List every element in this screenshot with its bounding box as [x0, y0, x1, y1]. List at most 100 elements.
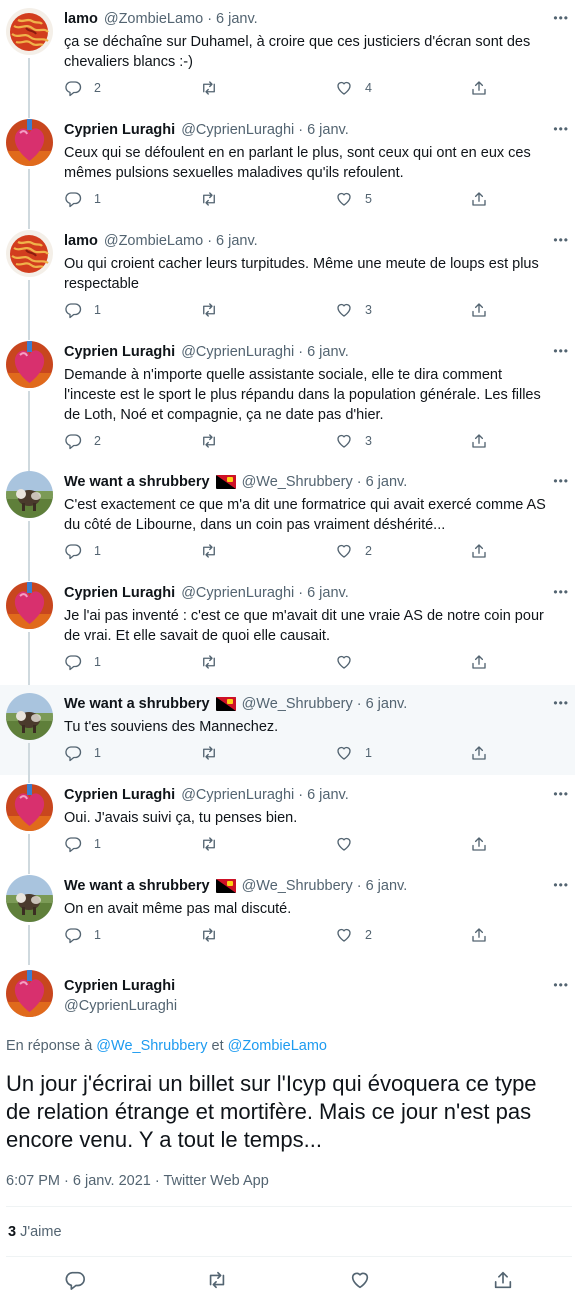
- avatar[interactable]: [6, 875, 53, 922]
- share-button[interactable]: [470, 301, 488, 319]
- tweet[interactable]: We want a shrubbery @We_Shrubbery · 6 janv.…: [0, 463, 575, 581]
- like-button[interactable]: [335, 835, 365, 853]
- tweet-date[interactable]: 6 janv.: [366, 878, 408, 894]
- avatar[interactable]: [6, 471, 53, 518]
- more-options-icon[interactable]: •••: [553, 787, 569, 801]
- retweet-button[interactable]: [200, 653, 230, 671]
- like-button[interactable]: 1: [335, 744, 372, 762]
- more-options-icon[interactable]: •••: [553, 344, 569, 358]
- like-button[interactable]: 3: [335, 432, 372, 450]
- author-name[interactable]: Cyprien Luraghi: [64, 344, 175, 360]
- author-name[interactable]: We want a shrubbery: [64, 474, 210, 490]
- like-button[interactable]: 5: [335, 190, 372, 208]
- like-button[interactable]: 2: [335, 542, 372, 560]
- tweet[interactable]: lamo @ZombieLamo · 6 janv. ••• Ou qui croient…: [0, 222, 575, 340]
- author-name[interactable]: lamo: [64, 233, 98, 249]
- avatar[interactable]: [6, 784, 53, 831]
- avatar[interactable]: [6, 341, 53, 388]
- author-name[interactable]: Cyprien Luraghi: [64, 787, 175, 803]
- tweet-date[interactable]: 6 janv.: [307, 344, 349, 360]
- like-button[interactable]: 3: [335, 301, 372, 319]
- author-handle[interactable]: @CyprienLuraghi: [181, 787, 294, 803]
- tweet[interactable]: We want a shrubbery @We_Shrubbery · 6 janv.…: [0, 685, 575, 783]
- tweet[interactable]: Cyprien Luraghi @CyprienLuraghi · 6 janv. ••…: [0, 333, 575, 471]
- tweet-date[interactable]: 6 janv.: [216, 233, 258, 249]
- retweet-button[interactable]: [200, 79, 230, 97]
- tweet-date[interactable]: 6 janv.: [307, 787, 349, 803]
- tweet-source[interactable]: Twitter Web App: [163, 1173, 268, 1189]
- reply-button[interactable]: 1: [64, 653, 101, 671]
- more-options-icon[interactable]: •••: [553, 878, 569, 892]
- like-button[interactable]: 4: [335, 79, 372, 97]
- tweet[interactable]: Cyprien Luraghi @CyprienLuraghi · 6 janv. ••…: [0, 574, 575, 692]
- retweet-button[interactable]: [200, 926, 230, 944]
- share-button[interactable]: [470, 432, 488, 450]
- reply-button[interactable]: 1: [64, 190, 101, 208]
- retweet-button[interactable]: [200, 542, 230, 560]
- likes-summary[interactable]: 3 J'aime: [8, 1224, 62, 1240]
- author-name[interactable]: Cyprien Luraghi: [64, 585, 175, 601]
- tweet-date[interactable]: 6 janv.: [366, 696, 408, 712]
- author-handle[interactable]: @CyprienLuraghi: [181, 585, 294, 601]
- avatar[interactable]: [6, 693, 53, 740]
- avatar[interactable]: [6, 582, 53, 629]
- tweet-date[interactable]: 6 janv.: [307, 122, 349, 138]
- tweet[interactable]: Cyprien Luraghi @CyprienLuraghi · 6 janv. ••…: [0, 111, 575, 229]
- reply-button[interactable]: 1: [64, 835, 101, 853]
- author-handle[interactable]: @ZombieLamo: [104, 233, 203, 249]
- more-options-icon[interactable]: •••: [553, 585, 569, 599]
- tweet[interactable]: Cyprien Luraghi @CyprienLuraghi · 6 janv. ••…: [0, 776, 575, 874]
- avatar[interactable]: [6, 970, 53, 1017]
- reply-button[interactable]: 1: [64, 926, 101, 944]
- tweet-date[interactable]: 6 janv.: [307, 585, 349, 601]
- like-button[interactable]: [349, 1269, 371, 1291]
- tweet[interactable]: We want a shrubbery @We_Shrubbery · 6 janv.…: [0, 867, 575, 965]
- share-button[interactable]: [470, 190, 488, 208]
- like-button[interactable]: 2: [335, 926, 372, 944]
- reply-user-link[interactable]: @We_Shrubbery: [96, 1038, 207, 1054]
- more-options-icon[interactable]: •••: [553, 978, 569, 992]
- reply-button[interactable]: [64, 1269, 86, 1291]
- share-button[interactable]: [470, 835, 488, 853]
- retweet-button[interactable]: [200, 301, 230, 319]
- author-handle[interactable]: @We_Shrubbery: [242, 696, 353, 712]
- tweet-date[interactable]: 6 janv. 2021: [73, 1173, 151, 1189]
- avatar[interactable]: [6, 8, 53, 55]
- author-name[interactable]: We want a shrubbery: [64, 878, 210, 894]
- avatar[interactable]: [6, 119, 53, 166]
- more-options-icon[interactable]: •••: [553, 233, 569, 247]
- like-button[interactable]: [335, 653, 365, 671]
- share-button[interactable]: [470, 542, 488, 560]
- share-button[interactable]: [470, 926, 488, 944]
- reply-button[interactable]: 1: [64, 542, 101, 560]
- retweet-button[interactable]: [200, 432, 230, 450]
- reply-button[interactable]: 2: [64, 79, 101, 97]
- tweet-date[interactable]: 6 janv.: [366, 474, 408, 490]
- author-handle[interactable]: @We_Shrubbery: [242, 878, 353, 894]
- retweet-button[interactable]: [200, 190, 230, 208]
- author-name[interactable]: We want a shrubbery: [64, 696, 210, 712]
- reply-button[interactable]: 2: [64, 432, 101, 450]
- tweet-date[interactable]: 6 janv.: [216, 11, 258, 27]
- more-options-icon[interactable]: •••: [553, 122, 569, 136]
- share-button[interactable]: [492, 1269, 514, 1291]
- author-handle[interactable]: @ZombieLamo: [104, 11, 203, 27]
- more-options-icon[interactable]: •••: [553, 696, 569, 710]
- author-handle[interactable]: @CyprienLuraghi: [181, 344, 294, 360]
- tweet[interactable]: lamo @ZombieLamo · 6 janv. ••• ça se déchaîne…: [0, 0, 575, 118]
- reply-button[interactable]: 1: [64, 301, 101, 319]
- share-button[interactable]: [470, 79, 488, 97]
- tweet-time[interactable]: 6:07 PM: [6, 1173, 60, 1189]
- retweet-button[interactable]: [200, 835, 230, 853]
- share-button[interactable]: [470, 744, 488, 762]
- author-handle[interactable]: @CyprienLuraghi: [181, 122, 294, 138]
- retweet-button[interactable]: [200, 744, 230, 762]
- reply-button[interactable]: 1: [64, 744, 101, 762]
- author-name[interactable]: Cyprien Luraghi: [64, 122, 175, 138]
- reply-user-link[interactable]: @ZombieLamo: [228, 1038, 327, 1054]
- retweet-button[interactable]: [206, 1269, 228, 1291]
- more-options-icon[interactable]: •••: [553, 474, 569, 488]
- share-button[interactable]: [470, 653, 488, 671]
- author-handle[interactable]: @We_Shrubbery: [242, 474, 353, 490]
- author-name[interactable]: lamo: [64, 11, 98, 27]
